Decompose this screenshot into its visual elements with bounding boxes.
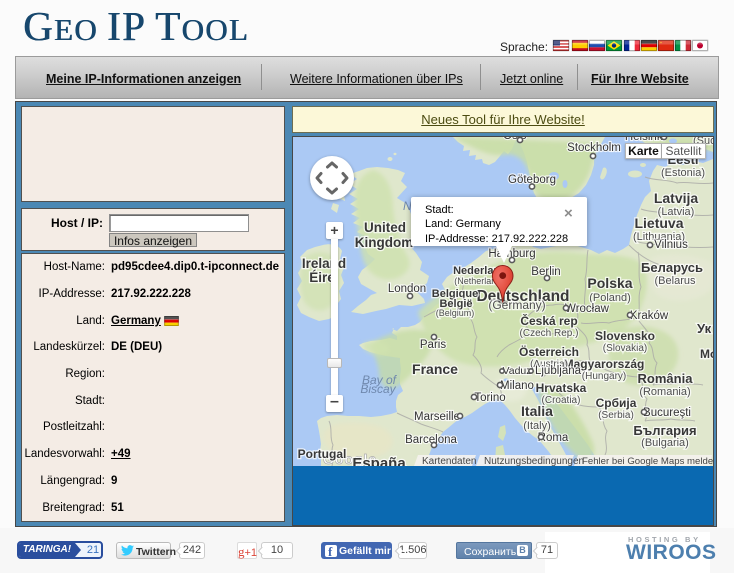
svg-text:România: România — [638, 371, 694, 386]
svg-text:(Latvia): (Latvia) — [658, 206, 695, 218]
svg-text:Bucureşti: Bucureşti — [643, 407, 691, 419]
svg-text:Wrocław: Wrocław — [565, 303, 610, 315]
svg-text:España: España — [352, 455, 406, 466]
svg-text:(Slovakia): (Slovakia) — [603, 343, 647, 354]
svg-text:(Italy): (Italy) — [523, 420, 551, 432]
svg-text:Србија: Србија — [596, 396, 637, 410]
svg-text:Paris: Paris — [420, 339, 446, 351]
svg-text:Kraków: Kraków — [630, 310, 669, 322]
svg-text:France: France — [412, 361, 458, 377]
svg-text:(Czech Rep.): (Czech Rep.) — [520, 328, 579, 339]
svg-text:Slovensko: Slovensko — [595, 329, 655, 343]
svg-text:Vilnius: Vilnius — [654, 239, 688, 251]
svg-text:(Estonia): (Estonia) — [661, 167, 705, 179]
svg-text:Vaduz: Vaduz — [503, 365, 532, 377]
svg-text:Fehler bei Google Maps melden: Fehler bei Google Maps melden — [582, 456, 713, 466]
svg-text:(Serbia): (Serbia) — [598, 410, 634, 421]
svg-text:Milano: Milano — [500, 380, 534, 392]
svg-text:(Bulgaria): (Bulgaria) — [641, 437, 689, 449]
svg-text:(Germany): (Germany) — [488, 298, 545, 312]
svg-text:Marseille: Marseille — [414, 411, 460, 423]
svg-text:London: London — [388, 283, 426, 295]
svg-text:Kingdom: Kingdom — [355, 235, 414, 250]
svg-text:Kartendaten: Kartendaten — [422, 456, 477, 466]
svg-text:(Romania): (Romania) — [639, 386, 690, 398]
svg-text:(Belarus: (Belarus — [655, 275, 696, 287]
svg-text:(Belgium): (Belgium) — [436, 308, 475, 318]
svg-text:Hrvatska: Hrvatska — [536, 381, 587, 395]
svg-text:Portugal: Portugal — [298, 447, 347, 461]
svg-text:България: България — [633, 423, 696, 438]
svg-text:Polska: Polska — [587, 275, 632, 291]
svg-text:Moldo: Moldo — [700, 347, 713, 361]
svg-text:(Croatia): (Croatia) — [542, 395, 581, 406]
svg-text:Ук: Ук — [697, 321, 712, 336]
svg-text:Stockholm: Stockholm — [567, 142, 621, 154]
svg-text:Česká rep: Česká rep — [520, 313, 577, 328]
svg-text:(Hungary): (Hungary) — [582, 371, 626, 382]
svg-text:Ljubljana: Ljubljana — [535, 365, 582, 377]
svg-text:Ireland: Ireland — [302, 256, 346, 271]
svg-text:Nutzungsbedingungen: Nutzungsbedingungen — [484, 456, 584, 466]
svg-text:United: United — [364, 220, 406, 235]
svg-text:Latvija: Latvija — [654, 190, 699, 206]
svg-text:Torino: Torino — [474, 392, 505, 404]
svg-text:Беларусь: Беларусь — [641, 260, 703, 275]
svg-text:Biscay: Biscay — [360, 382, 396, 396]
